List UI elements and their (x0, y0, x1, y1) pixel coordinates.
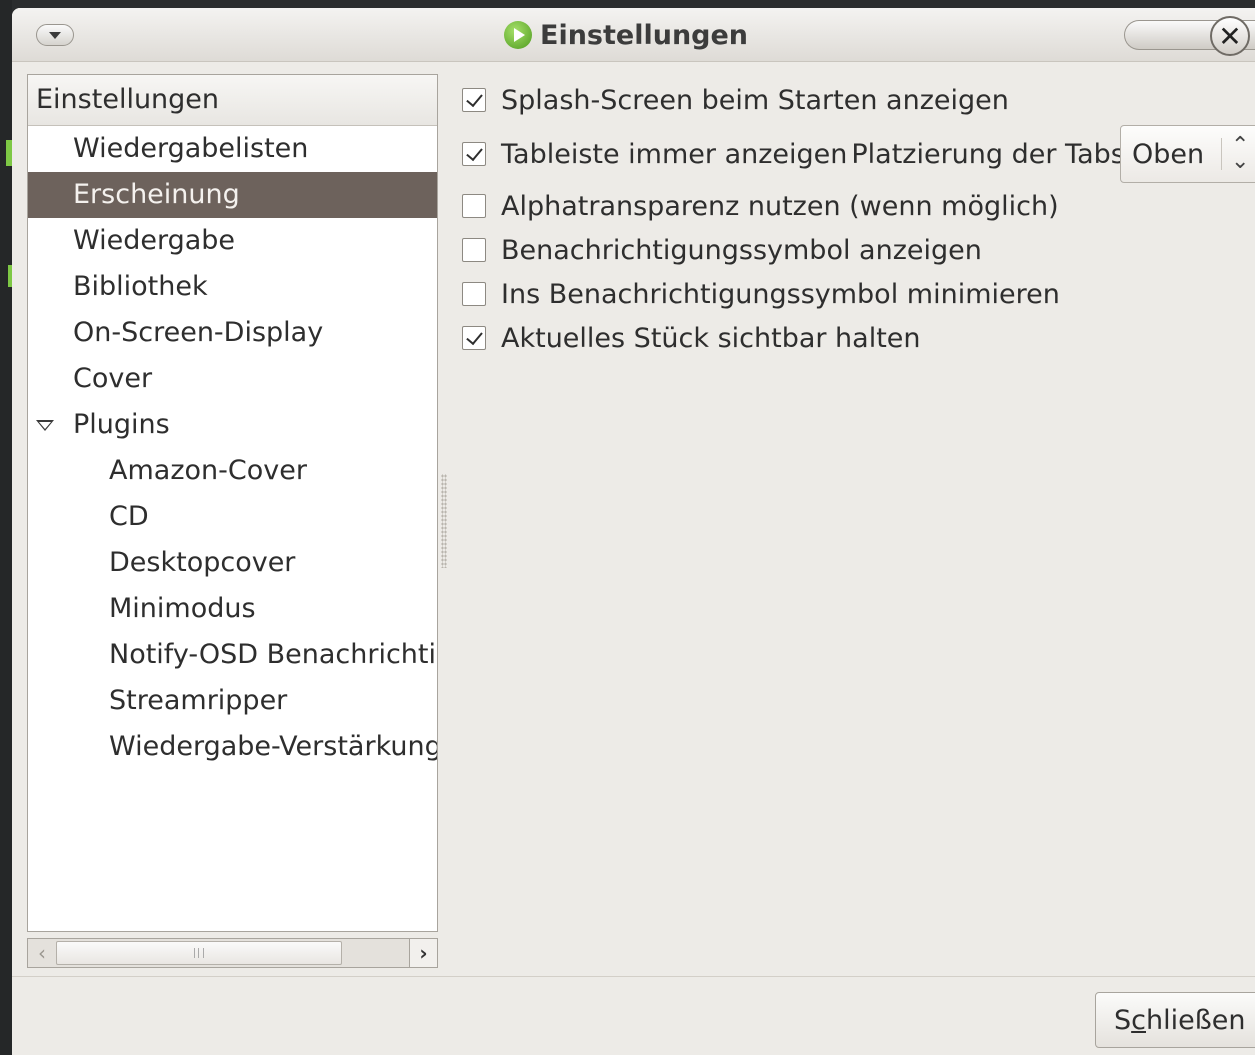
expander-down-icon[interactable] (36, 420, 54, 431)
horizontal-scrollbar[interactable]: ‹ › (27, 938, 438, 968)
sidebar-item-label: Wiedergabe-Verstärkung (109, 731, 438, 762)
scroll-left-icon[interactable]: ‹ (28, 939, 56, 967)
window-menu-icon (49, 31, 61, 39)
sidebar-item-minimodus[interactable]: Minimodus (28, 586, 437, 632)
sidebar-item-wiedergabe[interactable]: Wiedergabe (28, 218, 437, 264)
sidebar-item-label: Desktopcover (109, 547, 296, 578)
sidebar-item-label: Cover (73, 363, 153, 394)
option-keep-current-visible[interactable]: Aktuelles Stück sichtbar halten (462, 322, 921, 354)
tree-column-header[interactable]: Einstellungen (28, 75, 437, 126)
tab-position-label: Platzierung der Tabs: (851, 138, 1134, 170)
category-tree: Einstellungen Wiedergabelisten Erscheinu… (27, 74, 438, 932)
sidebar-item-cover[interactable]: Cover (28, 356, 437, 402)
window-title-group: Einstellungen (504, 18, 748, 52)
pane-resize-handle[interactable] (441, 474, 447, 568)
option-show-tray-icon[interactable]: Benachrichtigungssymbol anzeigen (462, 234, 982, 266)
sidebar-item-label: Plugins (73, 409, 170, 440)
option-label: Splash-Screen beim Starten anzeigen (501, 84, 1009, 116)
option-minimize-to-tray[interactable]: Ins Benachrichtigungssymbol minimieren (462, 278, 1060, 310)
sidebar-item-label: Amazon-Cover (109, 455, 307, 486)
divider (12, 976, 1255, 977)
label-part: S (1114, 1004, 1132, 1036)
tab-position-select[interactable]: Oben ⌃ ⌄ (1120, 125, 1255, 183)
option-label: Alphatransparenz nutzen (wenn möglich) (501, 190, 1059, 222)
sidebar-item-on-screen-display[interactable]: On-Screen-Display (28, 310, 437, 356)
sidebar-item-erscheinung[interactable]: Erscheinung (28, 172, 437, 218)
play-icon (514, 28, 525, 42)
sidebar-item-notify-osd[interactable]: Notify-OSD Benachrichtig (28, 632, 437, 678)
close-button[interactable]: Schließen (1095, 992, 1255, 1048)
sidebar-item-cd[interactable]: CD (28, 494, 437, 540)
combo-arrows-icon: ⌃ ⌄ (1231, 133, 1250, 174)
option-alpha-transparency[interactable]: Alphatransparenz nutzen (wenn möglich) (462, 190, 1059, 222)
preferences-window: Einstellungen ✕ Einstellungen Wiedergabe… (12, 8, 1255, 1055)
sidebar-item-streamripper[interactable]: Streamripper (28, 678, 437, 724)
option-always-show-tabbar[interactable]: Tableiste immer anzeigen Platzierung der… (462, 138, 1134, 170)
grip-icon (194, 948, 204, 958)
checkbox-minimize-to-tray[interactable] (462, 282, 486, 306)
scroll-right-icon[interactable]: › (409, 939, 437, 967)
tab-position-value: Oben (1132, 138, 1205, 170)
sidebar-item-amazon-cover[interactable]: Amazon-Cover (28, 448, 437, 494)
checkbox-show-tray-icon[interactable] (462, 238, 486, 262)
sidebar-item-label: Streamripper (109, 685, 288, 716)
sidebar-item-bibliothek[interactable]: Bibliothek (28, 264, 437, 310)
sidebar-item-label: Wiedergabe (73, 225, 236, 256)
sidebar-item-wiedergabelisten[interactable]: Wiedergabelisten (28, 126, 437, 172)
sidebar-item-label: Bibliothek (73, 271, 208, 302)
option-splash-screen[interactable]: Splash-Screen beim Starten anzeigen (462, 84, 1009, 116)
app-icon (504, 21, 532, 49)
sidebar-item-label: Erscheinung (73, 179, 240, 210)
checkbox-alpha-transparency[interactable] (462, 194, 486, 218)
scrollbar-thumb[interactable] (56, 941, 342, 965)
option-label: Ins Benachrichtigungssymbol minimieren (501, 278, 1060, 310)
sidebar-item-label: Wiedergabelisten (73, 133, 309, 164)
option-label: Aktuelles Stück sichtbar halten (501, 322, 921, 354)
sidebar-item-desktopcover[interactable]: Desktopcover (28, 540, 437, 586)
sidebar-item-label: Minimodus (109, 593, 256, 624)
title-bar[interactable]: Einstellungen ✕ (12, 8, 1255, 62)
sidebar-item-label: Notify-OSD Benachrichtig (109, 639, 438, 670)
option-label: Benachrichtigungssymbol anzeigen (501, 234, 982, 266)
sidebar-item-label: CD (109, 501, 149, 532)
close-icon: ✕ (1218, 19, 1242, 53)
sidebar-item-plugins[interactable]: Plugins (28, 402, 437, 448)
mnemonic-char: c (1131, 1004, 1146, 1036)
checkbox-always-show-tabbar[interactable] (462, 142, 486, 166)
window-menu-button[interactable] (36, 24, 74, 46)
window-title: Einstellungen (540, 19, 749, 51)
sidebar-item-label: On-Screen-Display (73, 317, 324, 348)
label-part: hließen (1146, 1004, 1246, 1036)
option-label: Tableiste immer anzeigen (501, 138, 848, 170)
sidebar-item-wiedergabe-verstaerkung[interactable]: Wiedergabe-Verstärkung (28, 724, 437, 770)
checkbox-keep-current-visible[interactable] (462, 326, 486, 350)
window-close-button[interactable]: ✕ (1210, 16, 1250, 56)
close-button-label: Schließen (1114, 1005, 1245, 1036)
combo-separator (1221, 138, 1222, 170)
checkbox-splash-screen[interactable] (462, 88, 486, 112)
